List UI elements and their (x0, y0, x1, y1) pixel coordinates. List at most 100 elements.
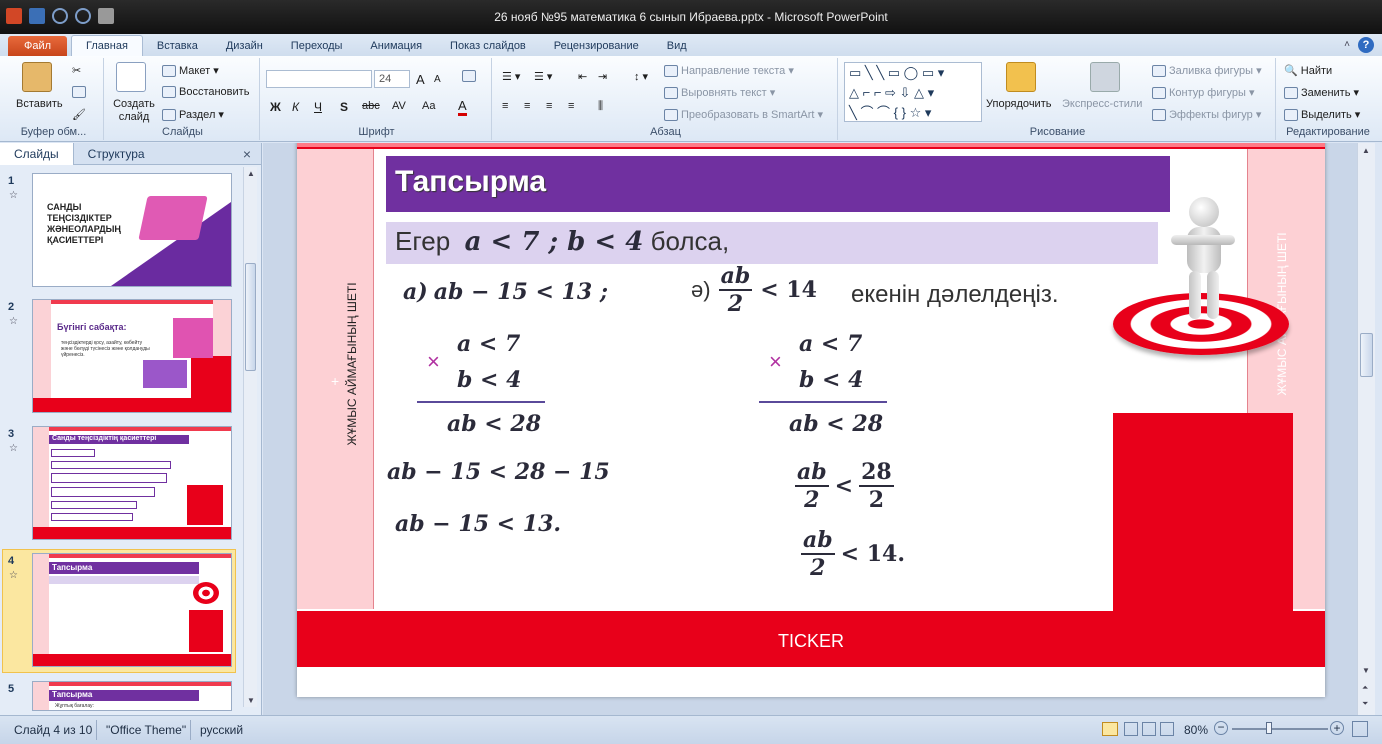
grow-font-icon[interactable]: A (416, 72, 425, 87)
fit-to-window-icon[interactable] (1352, 721, 1368, 737)
align-text-button[interactable]: Выровнять текст ▾ (664, 86, 775, 100)
tab-home[interactable]: Главная (71, 35, 143, 56)
zoom-slider-thumb[interactable] (1266, 722, 1272, 734)
slide-thumbnail-4[interactable]: Тапсырма (32, 553, 232, 667)
scroll-down-arrow-icon[interactable]: ▼ (1362, 666, 1370, 675)
font-color-button[interactable]: A (458, 98, 467, 116)
shape-outline-button[interactable]: Контур фигуры ▾ (1152, 86, 1255, 100)
tab-insert[interactable]: Вставка (143, 36, 212, 56)
normal-view-icon[interactable] (1102, 722, 1118, 736)
indent-increase-icon[interactable]: ⇥ (598, 70, 607, 83)
maximize-button[interactable] (1310, 0, 1334, 18)
scroll-thumb[interactable] (1360, 333, 1373, 377)
slide-sorter-icon[interactable] (1124, 722, 1138, 736)
layout-button[interactable]: Макет ▾ (162, 64, 219, 78)
zoom-out-icon[interactable]: − (1214, 721, 1228, 735)
ribbon-collapse-icon[interactable]: ˄ (1344, 39, 1350, 50)
tab-transitions[interactable]: Переходы (277, 36, 357, 56)
bold-button[interactable]: Ж (270, 100, 281, 114)
shadow-button[interactable]: S (340, 100, 348, 114)
paste-icon[interactable] (22, 62, 52, 92)
right-line-2[interactable]: b < 4 (799, 367, 863, 393)
left-step-3[interactable]: ab − 15 < 13. (395, 511, 561, 537)
left-line-1[interactable]: a < 7 (457, 331, 520, 357)
case-button[interactable]: Aa (422, 100, 435, 112)
shrink-font-icon[interactable]: A (434, 74, 441, 85)
copy-icon[interactable] (72, 86, 89, 99)
prove-text[interactable]: екенін дәлелдеңіз. (851, 281, 1059, 309)
slides-pane-scrollbar[interactable]: ▲ ▼ (243, 167, 257, 707)
shape-effects-button[interactable]: Эффекты фигур ▾ (1152, 108, 1261, 122)
close-icon[interactable]: × (243, 146, 251, 162)
section-button[interactable]: Раздел ▾ (162, 108, 224, 122)
arrange-icon[interactable] (1006, 62, 1036, 92)
scroll-down-arrow-icon[interactable]: ▼ (247, 696, 255, 705)
scroll-up-arrow-icon[interactable]: ▲ (1362, 146, 1370, 155)
task-b[interactable]: ә) ab 2 < 14 (691, 263, 817, 317)
font-name-combo[interactable] (266, 70, 372, 88)
minimize-button[interactable] (1284, 0, 1308, 18)
indent-decrease-icon[interactable]: ⇤ (578, 70, 587, 83)
new-slide-button[interactable]: Создать слайд (112, 98, 156, 124)
align-center-icon[interactable]: ≡ (524, 100, 530, 112)
slideshow-view-icon[interactable] (1160, 722, 1174, 736)
select-button[interactable]: Выделить ▾ (1284, 108, 1360, 122)
tab-file[interactable]: Файл (8, 36, 68, 56)
tab-design[interactable]: Дизайн (212, 36, 277, 56)
font-size-combo[interactable]: 24 (374, 70, 410, 88)
columns-icon[interactable]: ⫼ (598, 100, 603, 113)
align-left-icon[interactable]: ≡ (502, 100, 508, 112)
justify-icon[interactable]: ≡ (568, 100, 574, 112)
close-button[interactable] (1336, 0, 1378, 18)
shape-fill-button[interactable]: Заливка фигуры ▾ (1152, 64, 1262, 78)
new-slide-icon[interactable] (116, 62, 146, 92)
right-final[interactable]: ab 2 < 14. (801, 527, 905, 581)
slide-thumbnail-5[interactable]: Тапсырма Жұптық бағалау: (32, 681, 232, 711)
zoom-level[interactable]: 80% (1184, 723, 1208, 737)
reset-button[interactable]: Восстановить (162, 86, 249, 99)
reading-view-icon[interactable] (1142, 722, 1156, 736)
language-indicator[interactable]: русский (200, 723, 243, 737)
smartart-button[interactable]: Преобразовать в SmartArt ▾ (664, 108, 823, 122)
spacing-button[interactable]: AV (392, 100, 406, 112)
next-slide-icon[interactable]: ⏷ (1362, 699, 1368, 709)
bullets-icon[interactable]: ☰ ▾ (502, 70, 520, 83)
theme-name[interactable]: "Office Theme" (106, 723, 186, 737)
zoom-slider[interactable] (1232, 728, 1328, 730)
tab-view[interactable]: Вид (653, 36, 701, 56)
strike-button[interactable]: abc (362, 100, 380, 112)
shapes-gallery[interactable]: ▭ ╲ ╲ ▭ ◯ ▭ ▾ △ ⌐ ⌐ ⇨ ⇩ △ ▾ ╲ ⌒ ⌒ { } ☆ ▾ (844, 62, 982, 122)
arrange-button[interactable]: Упорядочить (986, 98, 1051, 110)
tab-slideshow[interactable]: Показ слайдов (436, 36, 540, 56)
text-direction-button[interactable]: Направление текста ▾ (664, 64, 794, 78)
align-right-icon[interactable]: ≡ (546, 100, 552, 112)
tab-animation[interactable]: Анимация (356, 36, 436, 56)
slide-thumbnail-3[interactable]: Санды теңсіздіктің қасиеттері (32, 426, 232, 540)
help-icon[interactable]: ? (1358, 37, 1374, 53)
quick-styles-icon[interactable] (1090, 62, 1120, 92)
italic-button[interactable]: К (292, 100, 299, 114)
zoom-in-icon[interactable]: + (1330, 721, 1344, 735)
slide-scrollbar[interactable]: ▲ ▼ ⏶ ⏷ (1357, 143, 1375, 715)
task-a[interactable]: а) ab − 15 < 13 ; (403, 279, 608, 305)
right-line-1[interactable]: a < 7 (799, 331, 862, 357)
right-fraction-comparison[interactable]: ab 2 < 28 2 (795, 459, 894, 513)
left-step-2[interactable]: ab − 15 < 28 − 15 (387, 459, 610, 485)
tab-review[interactable]: Рецензирование (540, 36, 653, 56)
replace-button[interactable]: Заменить ▾ (1284, 86, 1359, 100)
paste-button[interactable]: Вставить (16, 98, 63, 110)
right-result[interactable]: ab < 28 (789, 411, 883, 437)
slide-thumbnail-2[interactable]: Бүгінгі сабақта: теңсіздіктерді қосу, аз… (32, 299, 232, 413)
find-button[interactable]: 🔍 Найти (1284, 64, 1332, 77)
previous-slide-icon[interactable]: ⏶ (1362, 683, 1368, 693)
scroll-up-arrow-icon[interactable]: ▲ (247, 169, 255, 178)
cut-icon[interactable]: ✂ (72, 64, 81, 77)
quick-styles-button[interactable]: Экспресс-стили (1062, 98, 1142, 110)
slide-canvas[interactable]: ЖҰМЫС АЙМАҒЫНЫҢ ШЕТІ + ЖҰМЫС АЙМАҒЫНЫҢ Ш… (297, 143, 1325, 697)
format-painter-icon[interactable]: 🖌 (72, 108, 86, 121)
tab-slides[interactable]: Слайды (0, 142, 74, 165)
left-result[interactable]: ab < 28 (447, 411, 541, 437)
condition-line[interactable]: Егер a < 7 ; b < 4 болса, (395, 226, 729, 257)
numbering-icon[interactable]: ☰ ▾ (534, 70, 552, 83)
slide-thumbnail-1[interactable]: САНДЫ ТЕҢСІЗДІКТЕР ЖӘНЕОЛАРДЫҢ ҚАСИЕТТЕР… (32, 173, 232, 287)
